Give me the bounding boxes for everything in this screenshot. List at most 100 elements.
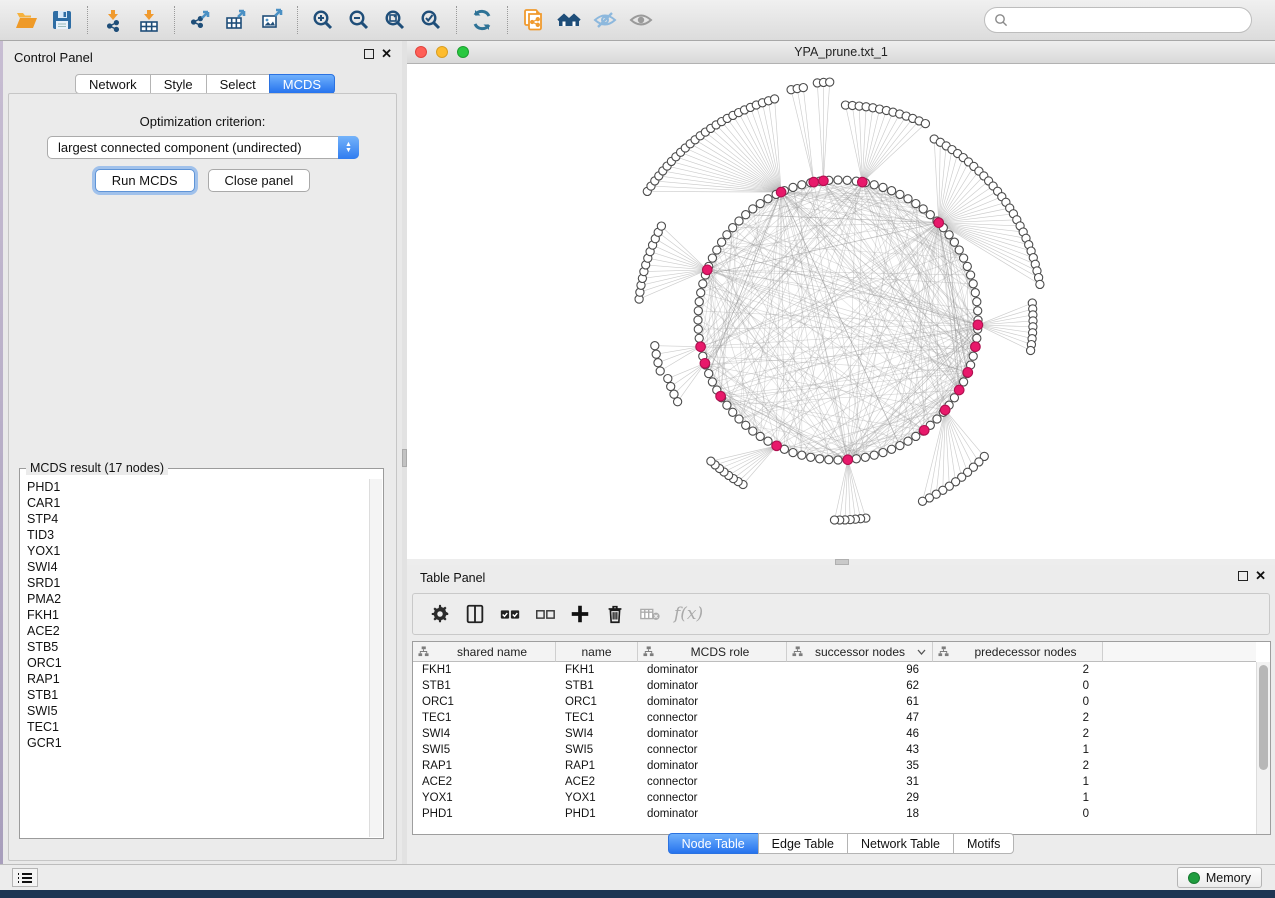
select-all-button[interactable] bbox=[499, 601, 521, 627]
network-node[interactable] bbox=[830, 516, 838, 524]
table-cell[interactable]: FKH1 bbox=[556, 662, 638, 678]
network-window-titlebar[interactable]: YPA_prune.txt_1 bbox=[407, 41, 1275, 64]
network-node[interactable] bbox=[664, 375, 672, 383]
mcds-node[interactable] bbox=[919, 426, 929, 436]
mcds-node[interactable] bbox=[776, 187, 786, 197]
create-column-button[interactable] bbox=[569, 601, 591, 627]
mcds-node[interactable] bbox=[819, 176, 829, 186]
network-node[interactable] bbox=[896, 442, 904, 450]
network-node[interactable] bbox=[729, 408, 737, 416]
result-list-item[interactable]: ACE2 bbox=[21, 623, 369, 639]
table-cell[interactable]: 47 bbox=[787, 710, 933, 726]
network-node[interactable] bbox=[826, 78, 834, 86]
network-node[interactable] bbox=[861, 453, 869, 461]
network-node[interactable] bbox=[879, 183, 887, 191]
network-node[interactable] bbox=[799, 84, 807, 92]
network-node[interactable] bbox=[888, 187, 896, 195]
memory-button[interactable]: Memory bbox=[1177, 867, 1262, 888]
delete-column-button[interactable] bbox=[604, 601, 626, 627]
run-mcds-button[interactable]: Run MCDS bbox=[95, 169, 195, 192]
network-node[interactable] bbox=[735, 415, 743, 423]
table-cell[interactable]: dominator bbox=[638, 758, 787, 774]
network-node[interactable] bbox=[756, 200, 764, 208]
tab-network-table[interactable]: Network Table bbox=[847, 833, 954, 854]
tab-network[interactable]: Network bbox=[75, 74, 151, 94]
network-node[interactable] bbox=[756, 432, 764, 440]
table-cell[interactable]: 2 bbox=[933, 726, 1103, 742]
network-node[interactable] bbox=[742, 211, 750, 219]
network-node[interactable] bbox=[960, 378, 968, 386]
result-list-item[interactable]: STB1 bbox=[21, 687, 369, 703]
table-row[interactable]: RAP1RAP1dominator352 bbox=[413, 758, 1256, 774]
result-list-item[interactable]: SWI4 bbox=[21, 559, 369, 575]
network-node[interactable] bbox=[670, 390, 678, 398]
table-cell[interactable]: 35 bbox=[787, 758, 933, 774]
result-list-item[interactable]: CAR1 bbox=[21, 495, 369, 511]
network-node[interactable] bbox=[921, 120, 929, 128]
network-node[interactable] bbox=[764, 195, 772, 203]
search-box[interactable] bbox=[984, 7, 1252, 33]
table-cell[interactable]: YOX1 bbox=[556, 790, 638, 806]
open-file-button[interactable] bbox=[8, 4, 44, 36]
network-node[interactable] bbox=[969, 280, 977, 288]
zoom-selected-button[interactable] bbox=[413, 4, 449, 36]
table-cell[interactable]: dominator bbox=[638, 662, 787, 678]
table-cell[interactable]: 43 bbox=[787, 742, 933, 758]
table-row[interactable]: PHD1PHD1dominator180 bbox=[413, 806, 1256, 822]
result-list-item[interactable]: STB5 bbox=[21, 639, 369, 655]
table-row[interactable]: FKH1FKH1dominator962 bbox=[413, 662, 1256, 678]
network-node[interactable] bbox=[718, 238, 726, 246]
table-cell[interactable]: STB1 bbox=[413, 678, 556, 694]
network-node[interactable] bbox=[789, 449, 797, 457]
column-header-MCDS-role[interactable]: MCDS role bbox=[638, 642, 787, 662]
table-cell[interactable]: 61 bbox=[787, 694, 933, 710]
hide-selected-button[interactable] bbox=[587, 4, 623, 36]
network-node[interactable] bbox=[825, 456, 833, 464]
float-table-panel-icon[interactable] bbox=[1238, 571, 1248, 581]
mcds-node[interactable] bbox=[963, 368, 973, 378]
network-node[interactable] bbox=[974, 307, 982, 315]
network-node[interactable] bbox=[918, 497, 926, 505]
network-node[interactable] bbox=[950, 238, 958, 246]
task-history-button[interactable] bbox=[12, 868, 38, 887]
table-cell[interactable]: 0 bbox=[933, 694, 1103, 710]
network-node[interactable] bbox=[926, 211, 934, 219]
tab-edge-table[interactable]: Edge Table bbox=[758, 833, 848, 854]
network-node[interactable] bbox=[654, 359, 662, 367]
table-row[interactable]: ORC1ORC1dominator610 bbox=[413, 694, 1256, 710]
network-node[interactable] bbox=[852, 455, 860, 463]
table-cell[interactable]: ORC1 bbox=[556, 694, 638, 710]
network-node[interactable] bbox=[870, 181, 878, 189]
table-cell[interactable]: FKH1 bbox=[413, 662, 556, 678]
network-node[interactable] bbox=[723, 231, 731, 239]
function-builder-button[interactable]: f(x) bbox=[674, 601, 703, 627]
table-row[interactable]: TEC1TEC1connector472 bbox=[413, 710, 1256, 726]
table-row[interactable]: SWI4SWI4dominator462 bbox=[413, 726, 1256, 742]
table-cell[interactable]: connector bbox=[638, 790, 787, 806]
network-node[interactable] bbox=[694, 325, 702, 333]
network-node[interactable] bbox=[657, 222, 665, 230]
network-node[interactable] bbox=[912, 432, 920, 440]
network-node[interactable] bbox=[955, 246, 963, 254]
table-row[interactable]: ACE2ACE2connector311 bbox=[413, 774, 1256, 790]
network-node[interactable] bbox=[694, 316, 702, 324]
table-cell[interactable]: 0 bbox=[933, 678, 1103, 694]
network-node[interactable] bbox=[789, 183, 797, 191]
network-node[interactable] bbox=[697, 289, 705, 297]
network-node[interactable] bbox=[652, 350, 660, 358]
network-node[interactable] bbox=[707, 457, 715, 465]
network-node[interactable] bbox=[879, 449, 887, 457]
network-node[interactable] bbox=[764, 437, 772, 445]
network-node[interactable] bbox=[674, 398, 682, 406]
result-list-item[interactable]: STP4 bbox=[21, 511, 369, 527]
network-node[interactable] bbox=[705, 370, 713, 378]
network-node[interactable] bbox=[888, 445, 896, 453]
clone-network-button[interactable] bbox=[515, 4, 551, 36]
network-node[interactable] bbox=[749, 427, 757, 435]
table-row[interactable]: SWI5SWI5connector431 bbox=[413, 742, 1256, 758]
table-cell[interactable]: 2 bbox=[933, 710, 1103, 726]
network-node[interactable] bbox=[971, 289, 979, 297]
table-cell[interactable]: 62 bbox=[787, 678, 933, 694]
table-settings-button[interactable] bbox=[429, 601, 451, 627]
network-node[interactable] bbox=[896, 190, 904, 198]
